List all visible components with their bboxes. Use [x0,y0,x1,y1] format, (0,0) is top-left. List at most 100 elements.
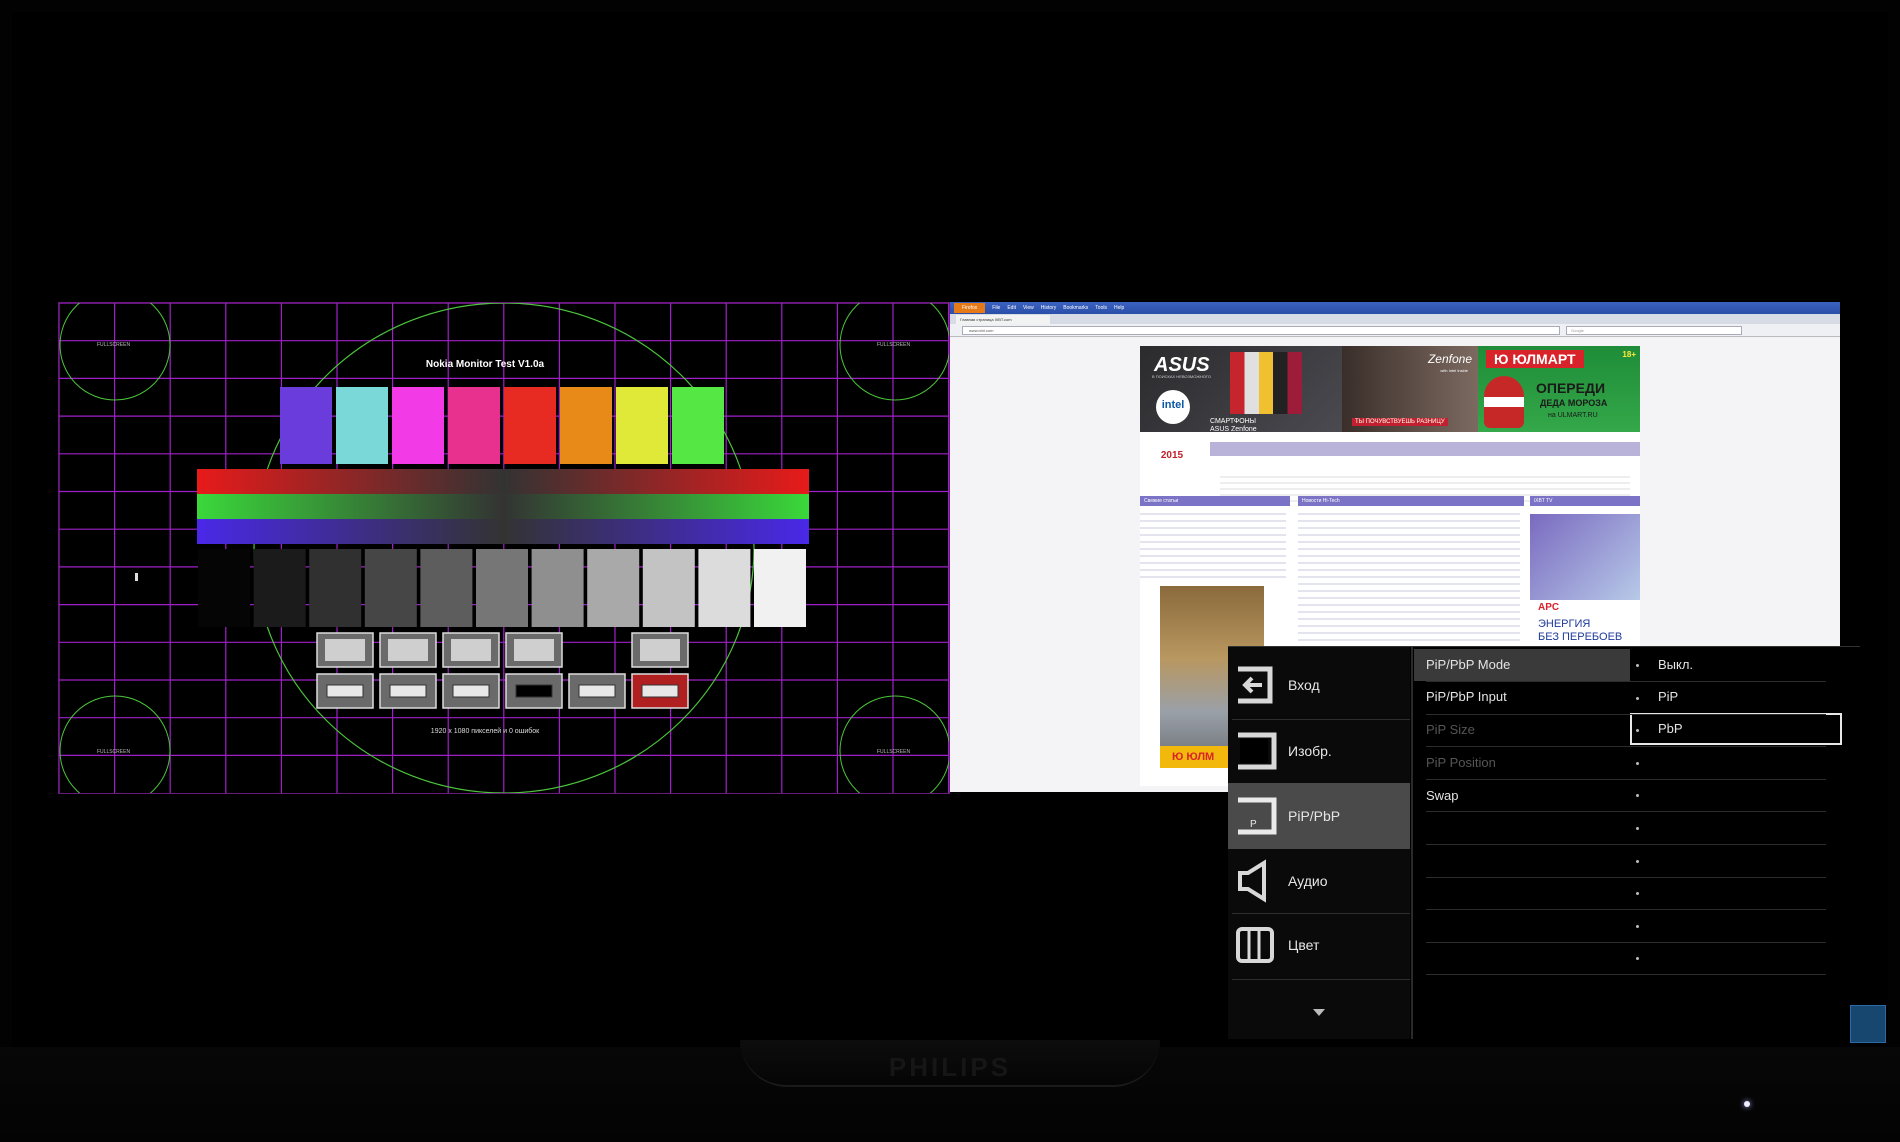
site-nav-strip[interactable] [1210,442,1640,456]
monitor: Nokia Monitor Test V1.0a 1920 x 1080 пик… [0,0,1900,1142]
osd-main-picture[interactable]: Изобр. [1228,719,1410,783]
menu-tools[interactable]: Tools [1095,305,1107,311]
zenfone-sub: with Intel Inside [1440,368,1468,373]
osd-row-dot [1636,664,1639,667]
corner-circle [839,695,949,793]
osd-option-pbp[interactable]: PbP [1630,713,1842,745]
osd-item-pip-input[interactable]: PiP/PbP Input [1414,681,1630,713]
osd-divider [1411,647,1413,1039]
ulmart-ad[interactable]: Ю ЮЛМАРТ 18+ ОПЕРЕДИ ДЕДА МОРОЗА на ULMA… [1478,346,1640,432]
gray-step [642,549,695,627]
menu-help[interactable]: Help [1114,305,1124,311]
energy-star-icon [1850,1005,1886,1043]
osd-row-line [1426,844,1826,845]
apc-ad-line1[interactable]: ЭНЕРГИЯ [1538,618,1590,630]
test-button-icon [326,684,364,698]
gray-step [364,549,417,627]
cursor-mark [135,573,138,581]
santa-image [1484,376,1524,428]
firefox-menu-button[interactable]: Firefox [954,303,986,313]
osd-main-label: Изобр. [1288,743,1332,759]
gray-step [420,549,473,627]
osd-row-line [1426,713,1826,715]
url-bar[interactable]: www.ixbt.com [962,325,1560,335]
osd-main-pip[interactable]: P PiP/PbP [1228,783,1410,849]
color-bar [616,387,668,464]
osd-row-line [1426,909,1826,911]
osd-main-input[interactable]: Вход [1228,653,1410,717]
osd-option-pip[interactable]: PiP [1630,681,1842,713]
osd-option-off[interactable]: Выкл. [1630,649,1842,681]
htc-video-thumb[interactable] [1530,514,1640,600]
gray-step [587,549,640,627]
test-button-icon [451,639,491,661]
fullscreen-label: FULLSCREEN [877,749,911,755]
osd-main-label: Аудио [1288,873,1328,889]
column-head-tv[interactable]: iXBT TV [1530,496,1640,506]
corner-circle [839,303,949,401]
color-icon [1236,927,1274,963]
scroll-down-arrow-icon[interactable] [1313,1009,1325,1016]
test-button-icon [388,639,428,661]
color-bar [280,387,332,464]
osd-item-pip-mode[interactable]: PiP/PbP Mode [1414,649,1630,681]
menu-bookmarks[interactable]: Bookmarks [1063,305,1088,311]
menu-history[interactable]: History [1041,305,1057,311]
osd-item-pip-position: PiP Position [1426,755,1496,770]
asus-ad-line2: ASUS Zenfone [1210,426,1257,433]
column-head-news[interactable]: Новости Hi-Tech [1298,496,1524,506]
osd-row-dot [1636,924,1639,928]
browser-tab[interactable]: Главная страница iXBT.com [956,315,1050,324]
osd-main-audio[interactable]: Аудио [1228,849,1410,913]
osd-row-dot [1636,827,1639,830]
osd-row-line [1426,876,1826,878]
menu-view[interactable]: View [1023,305,1034,311]
intel-inside-label: inside [1164,416,1178,422]
power-led-icon[interactable] [1744,1101,1750,1107]
asus-ad[interactable]: ASUS В ПОИСКАХ НЕВОЗМОЖНОГО intel inside… [1140,346,1342,433]
osd-row-dot [1636,761,1639,765]
osd-row-line [1426,974,1826,976]
browser-tabbar: Главная страница iXBT.com [950,314,1840,324]
osd-main-label: PiP/PbP [1288,808,1341,824]
color-bar [448,387,500,464]
test-button-icon [641,684,679,698]
color-bar [392,387,444,464]
color-bar [504,387,556,464]
ulmart-line1: ОПЕРЕДИ [1536,380,1606,396]
site-logo[interactable]: 2015 [1144,450,1200,490]
green-gradient-bar [197,494,809,519]
test-button-icon [514,639,554,661]
test-button-icon [389,684,427,698]
zenfone-ad[interactable]: Zenfone with Intel Inside ТЫ ПОЧУВСТВУЕШ… [1342,346,1478,432]
osd-item-swap[interactable]: Swap [1414,780,1630,812]
osd-main-color[interactable]: Цвет [1228,913,1410,977]
brand-logo: PHILIPS [888,1052,1012,1082]
color-bar [672,387,724,464]
osd-row-dot [1636,696,1639,700]
fullscreen-label: FULLSCREEN [97,749,131,755]
menu-file[interactable]: File [992,305,1000,311]
articles-list[interactable] [1140,508,1286,582]
osd-row-line [1426,778,1826,780]
blue-gradient-bar [197,519,809,544]
test-pattern-graphic [59,303,949,793]
osd-menu: Вход Изобр. P PiP/PbP Аудио Цвет PiP/PbP… [1228,646,1860,1039]
test-button-icon [578,684,616,698]
column-head-articles[interactable]: Свежие статьи [1140,496,1290,506]
browser-titlebar: Firefox File Edit View History Bookmarks… [950,302,1840,314]
asus-ad-line1: СМАРТФОНЫ [1210,418,1256,425]
age-badge: 18+ [1622,350,1636,359]
osd-main-label: Цвет [1288,937,1320,953]
search-bar[interactable]: Google [1566,325,1742,335]
apc-ad-line2[interactable]: БЕЗ ПЕРЕБОЕВ [1538,631,1622,643]
gray-step [309,549,362,627]
menu-edit[interactable]: Edit [1007,305,1016,311]
red-gradient-bar [197,469,809,494]
color-bar [560,387,612,464]
gray-step [476,549,528,627]
gray-step [253,549,306,627]
apc-logo: APC [1538,602,1560,613]
news-list[interactable] [1298,508,1520,664]
test-button-icon [325,639,365,661]
